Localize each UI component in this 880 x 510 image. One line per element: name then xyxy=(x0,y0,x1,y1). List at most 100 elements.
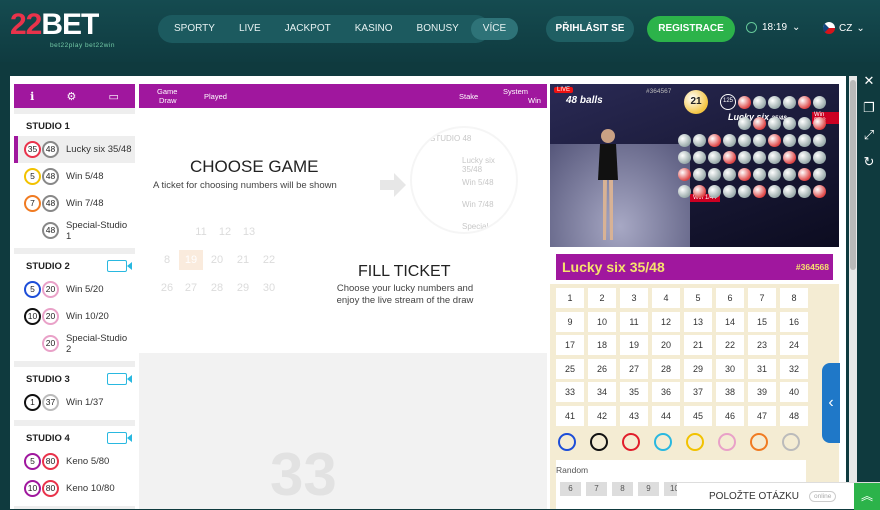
color-circle[interactable] xyxy=(654,433,672,451)
number-cell[interactable]: 31 xyxy=(748,358,776,379)
game-item[interactable]: 35 48 Lucky six 35/48 xyxy=(14,136,135,163)
ticket-draw-number: #364568 xyxy=(791,254,833,280)
color-circle[interactable] xyxy=(718,433,736,451)
number-cell[interactable]: 6 xyxy=(716,288,744,308)
game-item[interactable]: 48 Special-Studio 1 xyxy=(14,217,135,244)
gear-icon[interactable]: ⚙ xyxy=(66,90,76,103)
number-cell[interactable]: 44 xyxy=(652,405,680,426)
number-cell[interactable]: 40 xyxy=(780,382,808,402)
number-cell[interactable]: 12 xyxy=(652,311,680,332)
login-button[interactable]: PŘIHLÁSIT SE xyxy=(546,16,634,42)
number-cell[interactable]: 22 xyxy=(716,335,744,355)
camera-icon[interactable] xyxy=(107,260,132,272)
video-ball xyxy=(813,168,826,181)
number-cell[interactable]: 28 xyxy=(652,358,680,379)
number-cell[interactable]: 16 xyxy=(780,311,808,332)
number-cell[interactable]: 21 xyxy=(684,335,712,355)
number-cell[interactable]: 17 xyxy=(556,335,584,355)
color-circle[interactable] xyxy=(750,433,768,451)
number-cell[interactable]: 4 xyxy=(652,288,680,308)
language-select[interactable]: CZ ⌄ xyxy=(823,22,865,34)
game-item[interactable]: 5 48 Win 5/48 xyxy=(14,163,135,190)
number-cell[interactable]: 45 xyxy=(684,405,712,426)
number-cell[interactable]: 41 xyxy=(556,405,584,426)
video-ball xyxy=(678,134,691,147)
game-item[interactable]: 1 37 Win 1/37 xyxy=(14,389,135,416)
number-cell[interactable]: 23 xyxy=(748,335,776,355)
number-cell[interactable]: 34 xyxy=(588,382,616,402)
refresh-icon[interactable]: ↻ xyxy=(858,151,880,173)
nav-item-live[interactable]: LIVE xyxy=(227,18,273,40)
number-cell[interactable]: 47 xyxy=(748,405,776,426)
number-cell[interactable]: 32 xyxy=(780,358,808,379)
color-circle[interactable] xyxy=(686,433,704,451)
color-circle[interactable] xyxy=(782,433,800,451)
game-item[interactable]: 7 48 Win 7/48 xyxy=(14,190,135,217)
clock[interactable]: 18:19 ⌄ xyxy=(746,22,800,33)
expand-icon[interactable]: ⤢ xyxy=(858,124,880,146)
color-circle[interactable] xyxy=(622,433,640,451)
nav-item-sporty[interactable]: SPORTY xyxy=(162,18,227,40)
number-cell[interactable]: 25 xyxy=(556,358,584,379)
number-cell[interactable]: 26 xyxy=(588,358,616,379)
number-cell[interactable]: 38 xyxy=(716,382,744,402)
scrollbar[interactable] xyxy=(849,76,857,509)
info-icon[interactable]: ℹ xyxy=(30,90,34,103)
game-item[interactable]: 10 20 Win 10/20 xyxy=(14,303,135,330)
live-video[interactable]: LIVE #364567 48 balls 21 125 Lucky six 3… xyxy=(550,84,839,247)
number-cell[interactable]: 14 xyxy=(716,311,744,332)
number-cell[interactable]: 43 xyxy=(620,405,648,426)
register-button[interactable]: REGISTRACE xyxy=(647,16,735,42)
copy-icon[interactable]: ❐ xyxy=(858,97,880,119)
number-cell[interactable]: 3 xyxy=(620,288,648,308)
number-cell[interactable]: 5 xyxy=(684,288,712,308)
color-circle[interactable] xyxy=(590,433,608,451)
random-count-option[interactable]: 7 xyxy=(586,482,607,496)
nav-item-bonusy[interactable]: BONUSY xyxy=(405,18,471,40)
camera-icon[interactable] xyxy=(107,432,132,444)
number-cell[interactable]: 35 xyxy=(620,382,648,402)
flag-icon xyxy=(823,22,835,34)
nav-item-jackpot[interactable]: JACKPOT xyxy=(273,18,343,40)
number-cell[interactable]: 8 xyxy=(780,288,808,308)
number-cell[interactable]: 7 xyxy=(748,288,776,308)
number-cell[interactable]: 37 xyxy=(684,382,712,402)
camera-icon[interactable] xyxy=(107,373,132,385)
number-cell[interactable]: 20 xyxy=(652,335,680,355)
number-cell[interactable]: 24 xyxy=(780,335,808,355)
number-cell[interactable]: 27 xyxy=(620,358,648,379)
random-count-option[interactable]: 9 xyxy=(638,482,659,496)
collapse-panel-button[interactable]: ‹ xyxy=(822,363,840,443)
nav-item-více[interactable]: VÍCE xyxy=(470,18,519,40)
random-count-option[interactable]: 6 xyxy=(560,482,581,496)
number-cell[interactable]: 9 xyxy=(556,311,584,332)
video-toggle-icon[interactable]: ▭ xyxy=(108,90,118,103)
number-cell[interactable]: 2 xyxy=(588,288,616,308)
number-cell[interactable]: 15 xyxy=(748,311,776,332)
close-icon[interactable]: ✕ xyxy=(858,70,880,92)
scrollbar-thumb[interactable] xyxy=(850,80,856,270)
number-cell[interactable]: 36 xyxy=(652,382,680,402)
color-circle[interactable] xyxy=(558,433,576,451)
number-cell[interactable]: 42 xyxy=(588,405,616,426)
game-item[interactable]: 10 80 Keno 10/80 xyxy=(14,475,135,502)
number-cell[interactable]: 48 xyxy=(780,405,808,426)
number-cell[interactable]: 10 xyxy=(588,311,616,332)
number-cell[interactable]: 46 xyxy=(716,405,744,426)
number-cell[interactable]: 1 xyxy=(556,288,584,308)
number-cell[interactable]: 39 xyxy=(748,382,776,402)
logo[interactable]: 22BET bet22play bet22win xyxy=(10,8,130,50)
game-item[interactable]: 5 80 Keno 5/80 xyxy=(14,448,135,475)
number-cell[interactable]: 33 xyxy=(556,382,584,402)
help-chat-button[interactable]: POLOŽTE OTÁZKU online ︽ xyxy=(677,482,880,510)
random-count-option[interactable]: 8 xyxy=(612,482,633,496)
game-item[interactable]: 5 20 Win 5/20 xyxy=(14,276,135,303)
number-cell[interactable]: 13 xyxy=(684,311,712,332)
number-cell[interactable]: 30 xyxy=(716,358,744,379)
number-cell[interactable]: 29 xyxy=(684,358,712,379)
number-cell[interactable]: 19 xyxy=(620,335,648,355)
number-cell[interactable]: 11 xyxy=(620,311,648,332)
game-item[interactable]: 20 Special-Studio 2 xyxy=(14,330,135,357)
nav-item-kasino[interactable]: KASINO xyxy=(343,18,405,40)
number-cell[interactable]: 18 xyxy=(588,335,616,355)
